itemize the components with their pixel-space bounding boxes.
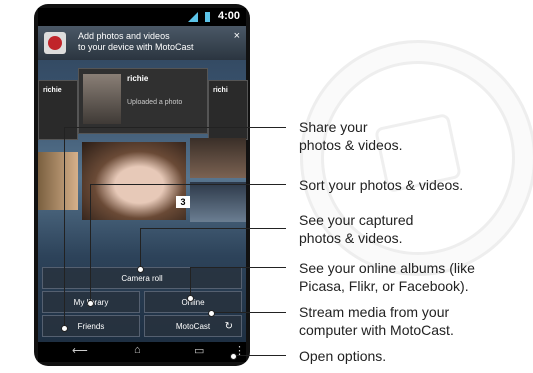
callout-online-line-2: Picasa, Flikr, or Facebook).	[299, 278, 469, 294]
home-icon[interactable]: ⌂	[134, 344, 141, 356]
feed-card[interactable]: richie	[38, 80, 78, 140]
callout-stream-line-1: Stream media from your	[299, 304, 450, 320]
motocast-button-label: MotoCast	[175, 322, 211, 331]
feed-photo	[83, 74, 121, 124]
navigation-bar: ⟵ ⌂ ▭ ⋮	[38, 342, 246, 362]
feed-card[interactable]: richi	[208, 80, 248, 140]
back-icon[interactable]: ⟵	[72, 344, 88, 357]
callout-captured-line-1: See your captured	[299, 212, 414, 228]
close-icon[interactable]: ×	[234, 30, 240, 42]
notification-text: Add photos and videos to your device wit…	[78, 31, 194, 53]
callout-share: Share your photos & videos.	[299, 118, 519, 154]
callout-stream-line-2: computer with MotoCast.	[299, 322, 454, 338]
callout-dot	[208, 310, 215, 317]
motocast-notification[interactable]: Add photos and videos to your device wit…	[38, 26, 246, 60]
refresh-icon[interactable]: ↻	[225, 316, 233, 338]
status-bar: 4:00	[38, 8, 246, 26]
callout-line-online	[190, 267, 286, 268]
signal-icon	[188, 12, 198, 22]
battery-icon	[205, 12, 210, 22]
status-time: 4:00	[217, 10, 240, 22]
callout-options: Open options.	[299, 347, 519, 365]
callout-line-captured-v	[140, 228, 141, 268]
callout-line-online-v	[190, 267, 191, 297]
photo-count-badge: 3	[176, 196, 190, 208]
callout-dot	[61, 325, 68, 332]
callout-line-sort	[90, 184, 286, 185]
notification-line-1: Add photos and videos	[78, 31, 170, 41]
callout-sort-text: Sort your photos & videos.	[299, 177, 464, 193]
callout-dot	[87, 300, 94, 307]
callout-online: See your online albums (like Picasa, Fli…	[299, 259, 519, 295]
motocast-app-icon	[44, 32, 66, 54]
recent-apps-icon[interactable]: ▭	[194, 344, 204, 357]
callout-dot	[137, 266, 144, 273]
callout-options-text: Open options.	[299, 348, 387, 364]
motocast-button[interactable]: MotoCast ↻	[144, 315, 242, 337]
callout-share-line-2: photos & videos.	[299, 137, 403, 153]
feed-card-name: richie	[127, 74, 149, 83]
phone-screen: 4:00 Add photos and videos to your devic…	[38, 8, 248, 362]
callout-line-captured	[140, 228, 286, 229]
gallery-photo-main[interactable]	[82, 142, 186, 220]
feed-card-name: richi	[213, 87, 228, 94]
callout-line-options	[234, 355, 286, 356]
friends-button[interactable]: Friends	[42, 315, 140, 337]
callout-line-share	[64, 127, 286, 128]
feed-card-active[interactable]: richie Uploaded a photo	[78, 68, 208, 134]
callout-line-share-v	[64, 127, 65, 327]
callout-dot	[230, 353, 237, 360]
callout-dot	[187, 295, 194, 302]
callout-line-sort-v	[90, 184, 91, 302]
online-button[interactable]: Online	[144, 291, 242, 313]
feed-card-name: richie	[43, 87, 62, 94]
gallery-photo[interactable]	[190, 182, 246, 222]
photo-gallery[interactable]: 3	[38, 138, 246, 224]
callout-captured: See your captured photos & videos.	[299, 211, 519, 247]
feed-card-status: Uploaded a photo	[127, 99, 183, 106]
callout-online-line-1: See your online albums (like	[299, 260, 475, 276]
callout-line-stream	[212, 312, 286, 313]
callout-sort: Sort your photos & videos.	[299, 176, 519, 194]
callout-stream: Stream media from your computer with Mot…	[299, 303, 519, 339]
gallery-photo[interactable]	[38, 152, 78, 210]
notification-line-2: to your device with MotoCast	[78, 42, 194, 52]
gallery-photo[interactable]	[190, 138, 246, 178]
callout-captured-line-2: photos & videos.	[299, 230, 403, 246]
callout-share-line-1: Share your	[299, 119, 368, 135]
